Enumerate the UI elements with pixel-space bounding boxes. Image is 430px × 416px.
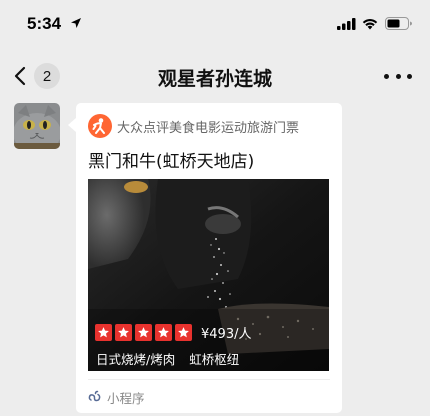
- location-arrow-icon: [71, 18, 81, 28]
- card-title: 黑门和牛(虹桥天地店): [88, 152, 255, 172]
- average-price: ¥493/人: [201, 326, 252, 342]
- star-icon: [95, 323, 112, 341]
- star-icon: [115, 323, 132, 341]
- cuisine-tag: 日式烧烤/烤肉: [96, 352, 176, 367]
- bubble-arrow: [68, 118, 76, 132]
- card-divider: [88, 379, 330, 380]
- card-thumbnail: ¥493/人 日式烧烤/烤肉 虹桥枢纽: [88, 179, 329, 371]
- district-tag: 虹桥枢纽: [189, 352, 240, 367]
- rating-row: ¥493/人: [95, 322, 251, 342]
- sender-avatar[interactable]: [14, 103, 60, 149]
- battery-icon: [385, 17, 412, 30]
- star-icon: [175, 323, 192, 341]
- status-bar: 5:34: [0, 0, 430, 50]
- signal-icon: [337, 18, 356, 30]
- miniprogram-label: 小程序: [107, 390, 145, 406]
- miniprogram-icon: [88, 390, 101, 402]
- chef-seasoning-photo: [88, 179, 329, 371]
- card-source: 大众点评美食电影运动旅游门票: [88, 114, 299, 138]
- miniprogram-card[interactable]: 大众点评美食电影运动旅游门票 黑门和牛(虹桥天地店) ¥493/人 日式烧烤/烤…: [76, 103, 342, 413]
- tags-row: 日式烧烤/烤肉 虹桥枢纽: [96, 349, 239, 368]
- ellipsis-icon: [407, 73, 412, 79]
- chat-title: 观星者孙连城: [157, 68, 272, 90]
- cat-avatar-image: [14, 103, 60, 149]
- chat-header: 2 观星者孙连城: [0, 52, 430, 100]
- card-footer: 小程序: [88, 387, 145, 407]
- ellipsis-icon: [384, 73, 389, 79]
- wifi-icon: [362, 19, 378, 30]
- card-source-name: 大众点评美食电影运动旅游门票: [117, 120, 300, 136]
- more-options-button[interactable]: [384, 64, 412, 88]
- star-icon: [135, 323, 152, 341]
- star-icon: [155, 323, 172, 341]
- status-time: 5:34: [27, 14, 62, 33]
- dianping-logo-icon: [88, 114, 112, 138]
- rating-stars: [95, 323, 195, 341]
- ellipsis-icon: [395, 73, 401, 79]
